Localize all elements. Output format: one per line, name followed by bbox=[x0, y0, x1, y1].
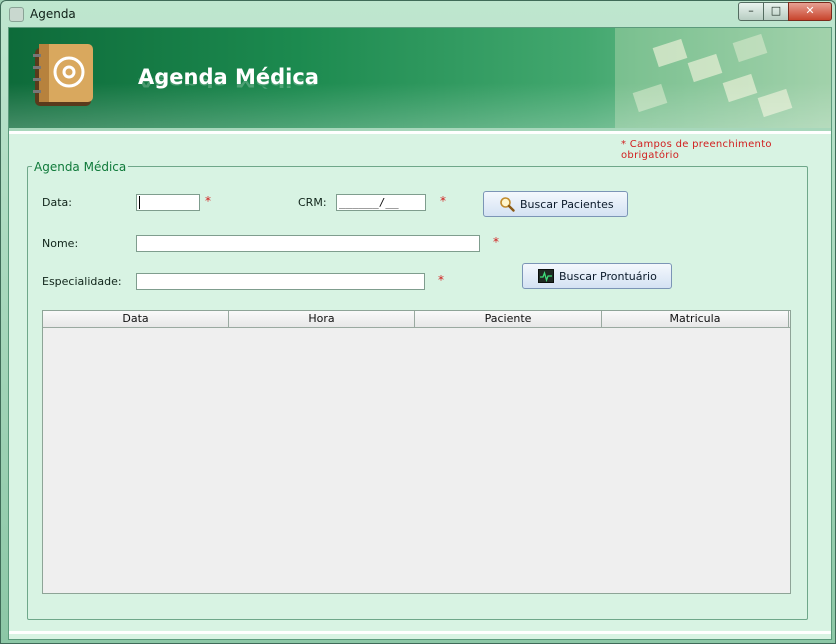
app-window: Agenda – □ ✕ Agenda Médica Agenda Médica… bbox=[0, 0, 836, 644]
title-bar[interactable]: Agenda – □ ✕ bbox=[1, 1, 835, 27]
column-header-hora[interactable]: Hora bbox=[229, 311, 415, 327]
column-header-data[interactable]: Data bbox=[43, 311, 229, 327]
banner-title-reflection: Agenda Médica bbox=[138, 75, 319, 90]
header-banner: Agenda Médica Agenda Médica bbox=[9, 28, 831, 128]
banner-divider-highlight bbox=[9, 131, 831, 134]
fieldset-legend: Agenda Médica bbox=[32, 160, 129, 174]
minimize-button[interactable]: – bbox=[738, 2, 764, 21]
close-button[interactable]: ✕ bbox=[788, 2, 832, 21]
buscar-pacientes-button[interactable]: Buscar Pacientes bbox=[483, 191, 628, 217]
crm-field[interactable]: ______/__ bbox=[336, 194, 426, 211]
especialidade-required-mark: * bbox=[438, 273, 444, 287]
window-title: Agenda bbox=[30, 7, 76, 21]
window-client-area: Agenda Médica Agenda Médica * Campos de … bbox=[8, 27, 832, 640]
especialidade-label: Especialidade: bbox=[42, 275, 122, 288]
data-required-mark: * bbox=[205, 194, 211, 208]
table-header: Data Hora Paciente Matricula bbox=[43, 311, 790, 328]
text-caret bbox=[139, 196, 140, 209]
magnifier-icon bbox=[500, 197, 515, 212]
footer-divider bbox=[9, 631, 831, 634]
address-book-icon bbox=[33, 44, 93, 106]
buscar-prontuario-button[interactable]: Buscar Prontuário bbox=[522, 263, 672, 289]
table-body[interactable] bbox=[43, 328, 790, 593]
crm-required-mark: * bbox=[440, 194, 446, 208]
data-label: Data: bbox=[42, 196, 72, 209]
buscar-pacientes-label: Buscar Pacientes bbox=[520, 198, 614, 211]
nome-field[interactable] bbox=[136, 235, 480, 252]
data-field[interactable] bbox=[136, 194, 200, 211]
maximize-icon: □ bbox=[770, 4, 782, 17]
required-fields-note: * Campos de preenchimento obrigatório bbox=[621, 139, 772, 161]
appointments-table[interactable]: Data Hora Paciente Matricula bbox=[42, 310, 791, 594]
buscar-prontuario-label: Buscar Prontuário bbox=[559, 270, 657, 283]
nome-label: Nome: bbox=[42, 237, 79, 250]
crm-label: CRM: bbox=[298, 196, 327, 209]
heart-monitor-icon bbox=[538, 269, 554, 283]
banner-shine bbox=[9, 83, 831, 128]
app-icon bbox=[9, 7, 24, 22]
minimize-icon: – bbox=[748, 4, 754, 17]
nome-required-mark: * bbox=[493, 235, 499, 249]
close-icon: ✕ bbox=[805, 4, 815, 17]
column-header-matricula[interactable]: Matricula bbox=[602, 311, 789, 327]
maximize-button[interactable]: □ bbox=[763, 2, 789, 21]
column-header-paciente[interactable]: Paciente bbox=[415, 311, 602, 327]
especialidade-field[interactable] bbox=[136, 273, 425, 290]
